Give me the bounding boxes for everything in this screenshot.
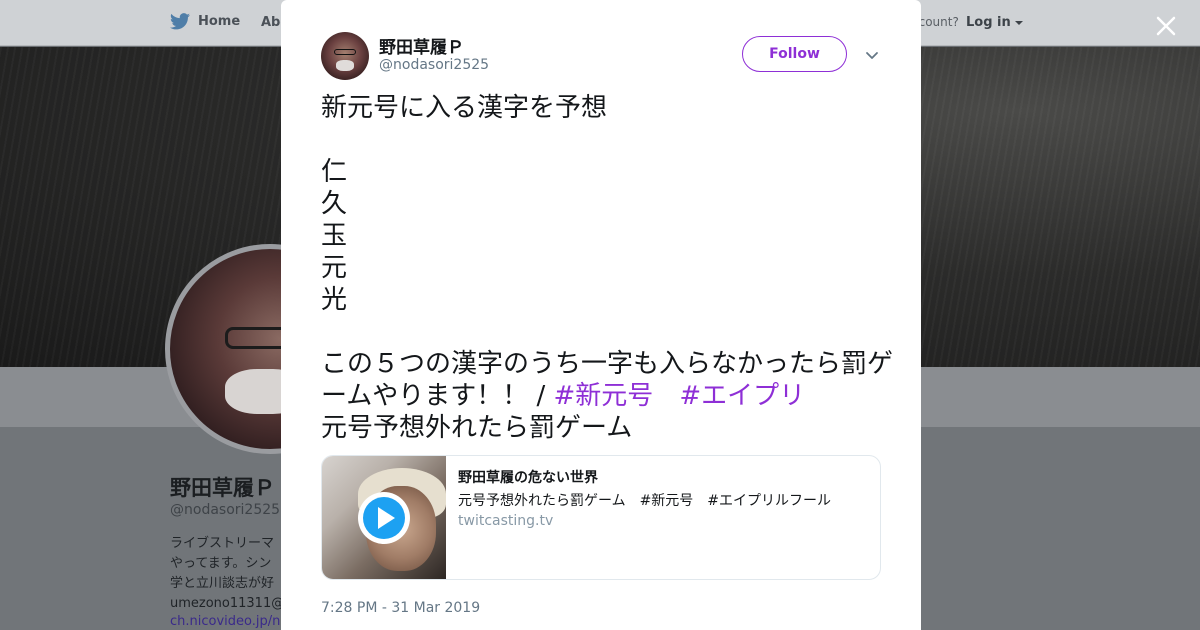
tweet-timestamp[interactable]: 7:28 PM - 31 Mar 2019 (321, 600, 480, 616)
card-domain: twitcasting.tv (458, 513, 554, 529)
hashtag-spacer (653, 381, 679, 411)
nav-home-link[interactable]: Home (170, 13, 240, 30)
hashtag-link[interactable]: #新元号 (554, 381, 654, 411)
author-name[interactable]: 野田草履Ｐ (379, 33, 464, 58)
card-title: 野田草履の危ない世界 (458, 470, 598, 486)
bird-icon (170, 13, 190, 30)
follow-button[interactable]: Follow (742, 36, 847, 72)
profile-bio: ライブストリーマ やってます。シン 学と立川談志が好 umezono11311@ (170, 536, 285, 611)
login-link[interactable]: Log in (966, 15, 1024, 30)
play-icon[interactable] (356, 490, 412, 546)
login-label: Log in (966, 15, 1011, 30)
card-description: 元号予想外れたら罰ゲーム #新元号 #エイプリルフール (458, 493, 832, 509)
profile-handle: @nodasori2525 (170, 502, 281, 518)
profile-name: 野田草履Ｐ (170, 476, 275, 500)
nav-home-label: Home (198, 14, 241, 29)
chevron-down-icon[interactable] (864, 47, 880, 63)
hashtag-link[interactable]: #エイプリ (679, 381, 805, 411)
caret-down-icon (1015, 20, 1024, 25)
tweet-text-main: 新元号に入る漢字を予想 仁 久 玉 元 光 この５つの漢字のうち一字も入らなかっ… (321, 93, 894, 411)
tweet-modal: 野田草履Ｐ @nodasori2525 Follow 新元号に入る漢字を予想 仁… (281, 0, 921, 630)
card-thumbnail (322, 456, 446, 579)
tweet-text-tail: 元号予想外れたら罰ゲーム (321, 413, 633, 443)
tweet-text: 新元号に入る漢字を予想 仁 久 玉 元 光 この５つの漢字のうち一字も入らなかっ… (321, 92, 901, 444)
link-card[interactable]: 野田草履の危ない世界 元号予想外れたら罰ゲーム #新元号 #エイプリルフール t… (321, 455, 881, 580)
author-avatar[interactable] (321, 32, 369, 80)
close-icon[interactable] (1152, 12, 1180, 40)
profile-link[interactable]: ch.nicovideo.jp/no (170, 614, 285, 629)
author-handle[interactable]: @nodasori2525 (379, 57, 489, 73)
